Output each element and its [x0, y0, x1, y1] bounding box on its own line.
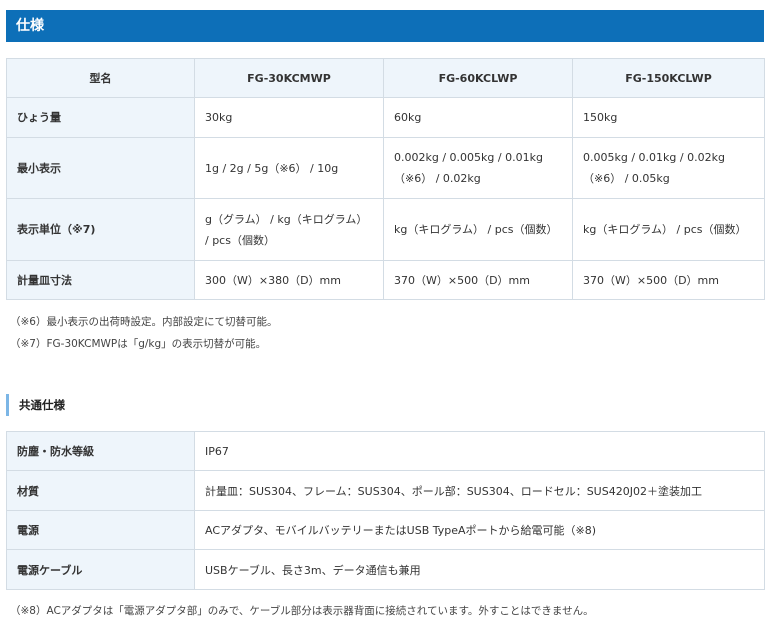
- table-cell: 30kg: [194, 97, 384, 138]
- row-label: 最小表示: [6, 137, 195, 199]
- common-spec-heading: 共通仕様: [6, 394, 65, 416]
- table-row: 計量皿寸法 300（W）×380（D）mm 370（W）×500（D）mm 37…: [6, 260, 765, 300]
- table-cell: USBケーブル、長さ3m、データ通信も兼用: [194, 549, 765, 590]
- footnote-6: （※6）最小表示の出荷時設定。内部設定にて切替可能。: [10, 316, 278, 328]
- header-fg-60kclwp: FG-60KCLWP: [383, 58, 573, 98]
- table-cell: IP67: [194, 431, 765, 471]
- table-cell: 計量皿：SUS304、フレーム：SUS304、ポール部：SUS304、ロードセル…: [194, 470, 765, 511]
- common-spec-table: 防塵・防水等級 IP67 材質 計量皿：SUS304、フレーム：SUS304、ポ…: [6, 431, 765, 590]
- spec-table: 型名 FG-30KCMWP FG-60KCLWP FG-150KCLWP ひょう…: [6, 58, 765, 300]
- row-label: 計量皿寸法: [6, 260, 195, 300]
- footnote-8: （※8）ACアダプタは「電源アダプタ部」のみで、ケーブル部分は表示器背面に接続さ…: [10, 605, 594, 617]
- table-row: 材質 計量皿：SUS304、フレーム：SUS304、ポール部：SUS304、ロー…: [6, 470, 765, 511]
- row-label: ひょう量: [6, 97, 195, 138]
- table-cell: 370（W）×500（D）mm: [572, 260, 765, 300]
- section-title: 仕様: [6, 10, 764, 42]
- table-cell: kg（キログラム） / pcs（個数）: [383, 198, 573, 261]
- table-row: 最小表示 1g / 2g / 5g（※6） / 10g 0.002kg / 0.…: [6, 137, 765, 199]
- table-cell: g（グラム） / kg（キログラム） / pcs（個数）: [194, 198, 384, 261]
- table-row: 表示単位（※7) g（グラム） / kg（キログラム） / pcs（個数） kg…: [6, 198, 765, 261]
- spec-header-row: 型名 FG-30KCMWP FG-60KCLWP FG-150KCLWP: [6, 58, 765, 98]
- header-model: 型名: [6, 58, 195, 98]
- row-label: 材質: [6, 470, 195, 511]
- table-cell: 150kg: [572, 97, 765, 138]
- table-row: 防塵・防水等級 IP67: [6, 431, 765, 471]
- table-row: 電源 ACアダプタ、モバイルバッテリーまたはUSB TypeAポートから給電可能…: [6, 510, 765, 550]
- row-label: 表示単位（※7): [6, 198, 195, 261]
- table-cell: 1g / 2g / 5g（※6） / 10g: [194, 137, 384, 199]
- row-label: 電源: [6, 510, 195, 550]
- table-cell: 0.002kg / 0.005kg / 0.01kg （※6） / 0.02kg: [383, 137, 573, 199]
- table-row: ひょう量 30kg 60kg 150kg: [6, 97, 765, 138]
- footnote-7: （※7）FG-30KCMWPは「g/kg」の表示切替が可能。: [10, 338, 267, 350]
- table-row: 電源ケーブル USBケーブル、長さ3m、データ通信も兼用: [6, 549, 765, 590]
- table-cell: 0.005kg / 0.01kg / 0.02kg（※6） / 0.05kg: [572, 137, 765, 199]
- table-cell: ACアダプタ、モバイルバッテリーまたはUSB TypeAポートから給電可能（※8…: [194, 510, 765, 550]
- table-cell: 370（W）×500（D）mm: [383, 260, 573, 300]
- table-cell: kg（キログラム） / pcs（個数）: [572, 198, 765, 261]
- header-fg-30kcmwp: FG-30KCMWP: [194, 58, 384, 98]
- table-cell: 300（W）×380（D）mm: [194, 260, 384, 300]
- row-label: 防塵・防水等級: [6, 431, 195, 471]
- header-fg-150kclwp: FG-150KCLWP: [572, 58, 765, 98]
- table-cell: 60kg: [383, 97, 573, 138]
- row-label: 電源ケーブル: [6, 549, 195, 590]
